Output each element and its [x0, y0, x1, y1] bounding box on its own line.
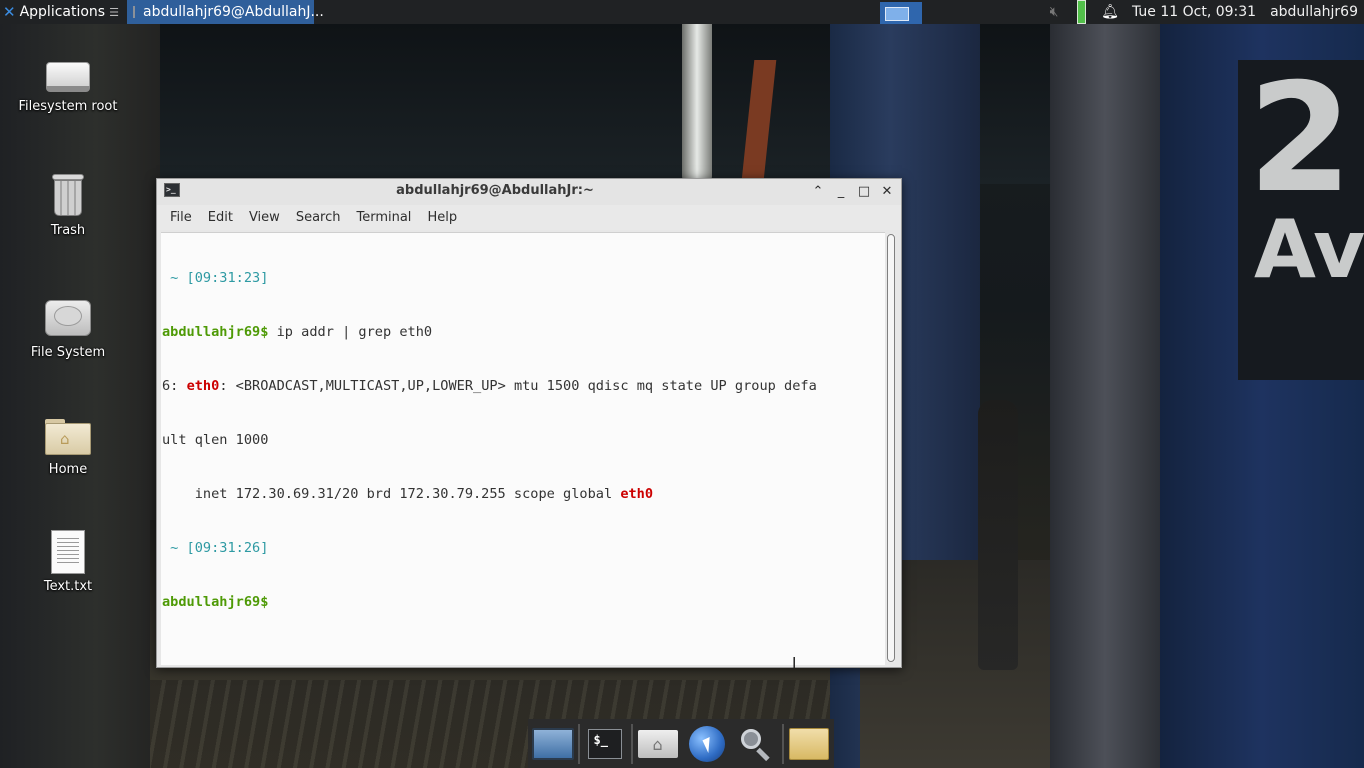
text-cursor-icon: I [792, 654, 797, 672]
menu-terminal[interactable]: Terminal [348, 210, 419, 225]
wallpaper-wall [0, 24, 160, 768]
battery-icon[interactable] [1068, 0, 1096, 24]
shade-button[interactable]: ⌃ [808, 182, 828, 202]
desktop-icon-label: Filesystem root [18, 99, 118, 114]
web-browser-icon [689, 725, 726, 762]
wallpaper-sign-number: 2 [1248, 52, 1353, 226]
menu-icon: ☰ [109, 5, 119, 19]
clock[interactable]: Tue 11 Oct, 09:31 [1124, 0, 1266, 24]
output-text: 6: [162, 378, 187, 394]
window-titlebar[interactable]: >_ abdullahjr69@AbdullahJr:~ ⌃ _ □ ✕ [157, 179, 901, 205]
terminal-icon: $_ [588, 728, 623, 759]
xfce-logo-icon: ✕ [3, 3, 16, 21]
dock: $_ [528, 719, 834, 768]
dock-show-desktop[interactable] [528, 722, 577, 766]
dock-separator [781, 723, 784, 764]
desktop-icon [531, 727, 574, 760]
wallpaper-light [682, 24, 712, 184]
wallpaper-person [978, 400, 1018, 670]
terminal-window[interactable]: >_ abdullahjr69@AbdullahJr:~ ⌃ _ □ ✕ Fil… [156, 178, 902, 672]
prompt: abdullahjr69$ [162, 594, 269, 610]
terminal-output[interactable]: ~ [09:31:23] abdullahjr69$ ip addr | gre… [161, 232, 885, 672]
interface-highlight: eth0 [186, 378, 220, 394]
desktop-icon-home[interactable]: ⌂ Home [18, 419, 118, 478]
wallpaper-sign-text: Ave [1254, 203, 1364, 296]
text-file-icon [51, 530, 85, 574]
taskbar-terminal-button[interactable]: abdullahjr69@AbdullahJ... [126, 0, 324, 24]
trash-icon [52, 174, 84, 218]
minimize-icon: _ [837, 184, 845, 199]
terminal-line: abdullahjr69$ ip addr | grep eth0 [162, 323, 885, 341]
wallpaper-pillar [1050, 24, 1160, 768]
maximize-button[interactable]: □ [854, 182, 874, 202]
dock-web-browser[interactable] [683, 722, 732, 766]
dock-separator [578, 723, 580, 764]
prompt: abdullahjr69$ [162, 324, 269, 340]
chevron-up-icon: ⌃ [812, 184, 824, 199]
menu-search[interactable]: Search [288, 210, 349, 225]
terminal-line: inet 172.30.69.31/20 brd 172.30.79.255 s… [162, 485, 885, 503]
interface-highlight: eth0 [620, 486, 654, 502]
search-icon [739, 727, 773, 761]
command-text: ip addr | grep eth0 [268, 324, 433, 340]
dock-terminal[interactable]: $_ [581, 722, 630, 766]
user-menu[interactable]: abdullahjr69 [1266, 0, 1364, 24]
terminal-icon [132, 6, 135, 18]
system-tray: 🔇︎ 🔔︎ Tue 11 Oct, 09:31 abdullahjr69 [1040, 0, 1364, 24]
output-text: ult qlen 1000 [162, 432, 269, 448]
notification-bell-icon[interactable]: 🔔︎ [1096, 0, 1124, 24]
menu-edit[interactable]: Edit [200, 210, 241, 225]
terminal-line: ult qlen 1000 [162, 431, 885, 449]
applications-label: Applications [19, 4, 106, 20]
dock-home[interactable] [634, 722, 683, 766]
close-icon: ✕ [881, 184, 893, 199]
scrollbar-thumb[interactable] [887, 234, 895, 662]
menu-view[interactable]: View [241, 210, 288, 225]
desktop-icon-file-system[interactable]: File System [18, 300, 118, 361]
prompt-time: ~ [09:31:23] [162, 270, 269, 286]
terminal-line: 6: eth0: <BROADCAST,MULTICAST,UP,LOWER_U… [162, 377, 885, 395]
top-panel: ✕ Applications ☰ abdullahjr69@AbdullahJ.… [0, 0, 1364, 24]
desktop-icon-label: Text.txt [43, 579, 93, 594]
output-text: : <BROADCAST,MULTICAST,UP,LOWER_UP> mtu … [219, 378, 817, 394]
desktop-icon-trash[interactable]: Trash [18, 174, 118, 239]
drive-icon [46, 58, 90, 94]
terminal-line: ~ [09:31:26] [162, 539, 885, 557]
minimize-button[interactable]: _ [831, 182, 851, 202]
dock-search[interactable] [732, 722, 781, 766]
file-manager-icon [789, 727, 830, 760]
battery-level [1077, 0, 1087, 24]
home-folder-icon [638, 729, 679, 758]
applications-menu-button[interactable]: ✕ Applications ☰ [0, 0, 125, 24]
desktop-icon-label: Home [48, 462, 88, 477]
desktop-icon-text-file[interactable]: Text.txt [18, 530, 118, 595]
dock-file-manager[interactable] [785, 722, 834, 766]
desktop-icon-label: Trash [50, 223, 86, 238]
taskbar-label: abdullahjr69@AbdullahJ... [142, 4, 324, 20]
desktop-icon-filesystem-root[interactable]: Filesystem root [18, 58, 118, 115]
terminal-line: abdullahjr69$ [162, 593, 885, 611]
prompt-time: ~ [09:31:26] [162, 540, 269, 556]
menu-help[interactable]: Help [419, 210, 465, 225]
window-title: abdullahjr69@AbdullahJr:~ [396, 183, 594, 198]
home-folder-icon: ⌂ [45, 419, 91, 457]
dock-separator [630, 723, 633, 764]
close-button[interactable]: ✕ [877, 182, 897, 202]
menu-bar: File Edit View Search Terminal Help [157, 205, 901, 230]
menu-file[interactable]: File [157, 210, 200, 225]
volume-muted-icon[interactable]: 🔇︎ [1040, 0, 1068, 24]
maximize-icon: □ [857, 184, 871, 199]
hard-disk-icon [45, 300, 91, 340]
workspace-window-preview [885, 7, 909, 21]
workspace-switcher[interactable] [880, 2, 922, 24]
desktop-icon-label: File System [30, 345, 106, 360]
scrollbar[interactable] [887, 234, 895, 662]
output-text: inet 172.30.69.31/20 brd 172.30.79.255 s… [162, 486, 621, 502]
terminal-line: ~ [09:31:23] [162, 269, 885, 287]
